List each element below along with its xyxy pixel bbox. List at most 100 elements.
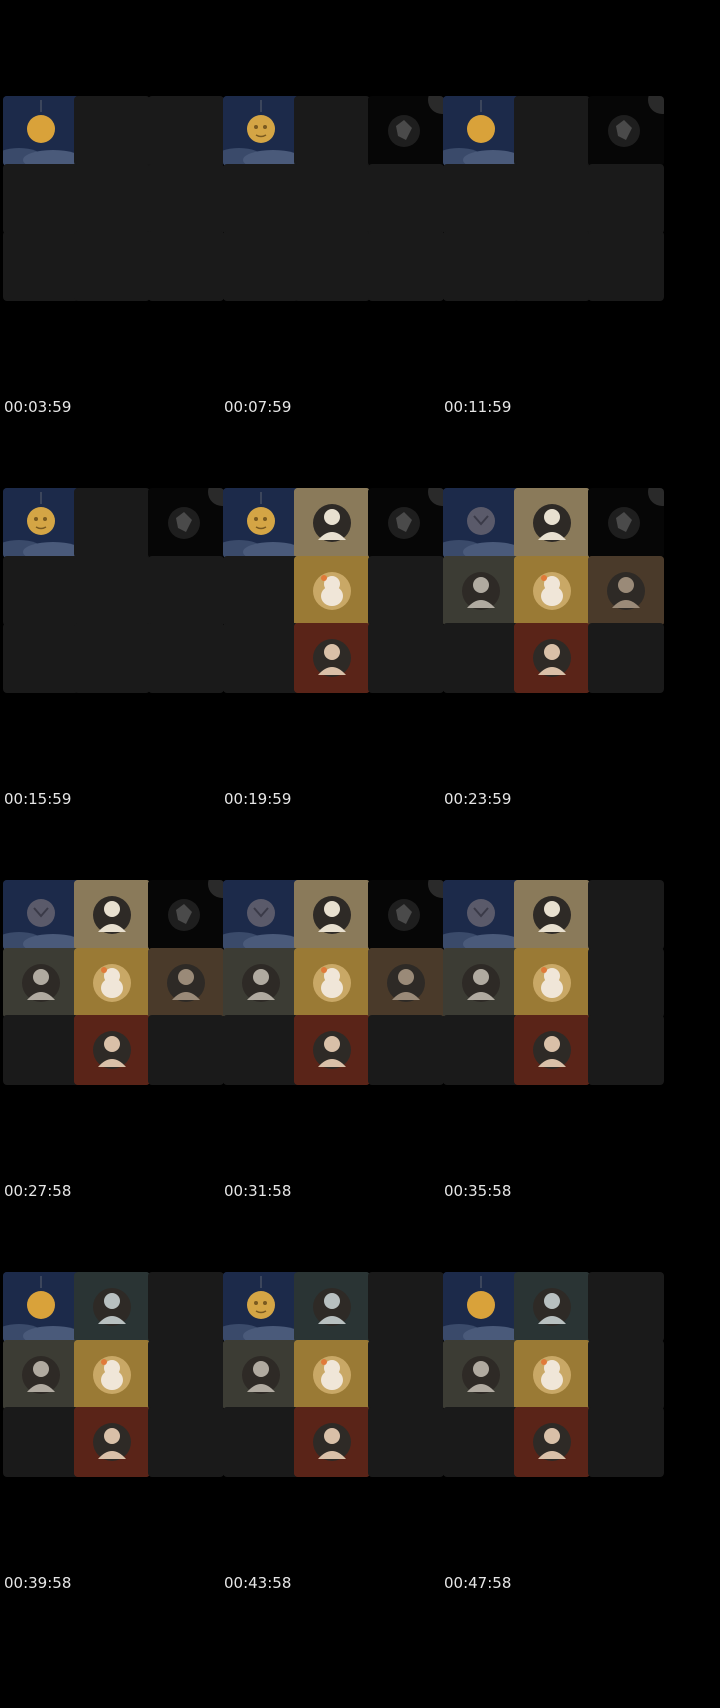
person-avatar-icon: [294, 880, 370, 950]
empty-participant-tile: [223, 1407, 299, 1477]
participant-tile: [223, 880, 299, 950]
participant-tile: [148, 880, 224, 950]
participant-tile: [514, 1272, 590, 1342]
participant-tile: [443, 96, 519, 166]
timestamp-label: 00:35:58: [444, 1182, 512, 1200]
empty-participant-tile: [443, 1015, 519, 1085]
empty-participant-tile: [588, 231, 664, 301]
empty-participant-tile: [3, 1015, 79, 1085]
empty-participant-tile: [443, 231, 519, 301]
participant-tile: [3, 880, 79, 950]
person-avatar-icon: [368, 948, 444, 1018]
empty-participant-tile: [368, 623, 444, 693]
cat-avatar-icon: [294, 948, 370, 1018]
cat-avatar-icon: [514, 948, 590, 1018]
participant-tile: [514, 948, 590, 1018]
participant-tile: [294, 880, 370, 950]
empty-participant-tile: [148, 1407, 224, 1477]
participant-tile: [368, 488, 444, 558]
participant-grid: [0, 880, 236, 1096]
empty-participant-tile: [3, 231, 79, 301]
person-avatar-icon: [74, 1272, 150, 1342]
participant-grid: [0, 96, 236, 312]
empty-participant-tile: [294, 164, 370, 234]
empty-participant-tile: [588, 1340, 664, 1410]
participant-tile: [514, 1340, 590, 1410]
empty-participant-tile: [588, 1407, 664, 1477]
participant-tile: [294, 623, 370, 693]
dark-avatar-icon: [148, 880, 224, 950]
participant-tile: [294, 556, 370, 626]
person-avatar-icon: [514, 1407, 590, 1477]
cat-avatar-icon: [74, 1340, 150, 1410]
participant-tile: [223, 1340, 299, 1410]
participant-grid: [220, 96, 456, 312]
moon-icon: [443, 1272, 519, 1342]
timestamp-label: 00:07:59: [224, 398, 292, 416]
empty-participant-tile: [368, 231, 444, 301]
person-avatar-icon: [443, 556, 519, 626]
person-avatar-icon: [443, 948, 519, 1018]
empty-participant-tile: [368, 1015, 444, 1085]
empty-participant-tile: [74, 488, 150, 558]
participant-tile: [514, 556, 590, 626]
participant-tile: [443, 948, 519, 1018]
dark-avatar-icon: [588, 96, 664, 166]
participant-tile: [223, 96, 299, 166]
cat-avatar-icon: [514, 556, 590, 626]
empty-participant-tile: [443, 1407, 519, 1477]
empty-participant-tile: [74, 164, 150, 234]
participant-tile: [514, 623, 590, 693]
moon-face-icon: [3, 488, 79, 558]
participant-tile: [588, 488, 664, 558]
participant-grid: [440, 1272, 676, 1488]
participant-tile: [3, 488, 79, 558]
participant-tile: [294, 488, 370, 558]
timestamp-label: 00:27:58: [4, 1182, 72, 1200]
moon-icon: [3, 96, 79, 166]
participant-tile: [514, 1407, 590, 1477]
moon-face-icon: [223, 1272, 299, 1342]
person-avatar-icon: [74, 1407, 150, 1477]
moon-icon: [3, 1272, 79, 1342]
participant-tile: [514, 1015, 590, 1085]
participant-tile: [3, 948, 79, 1018]
person-avatar-icon: [294, 488, 370, 558]
empty-participant-tile: [148, 556, 224, 626]
timestamp-label: 00:15:59: [4, 790, 72, 808]
empty-participant-tile: [148, 1340, 224, 1410]
participant-tile: [148, 488, 224, 558]
participant-tile: [443, 488, 519, 558]
empty-participant-tile: [588, 1015, 664, 1085]
empty-participant-tile: [74, 231, 150, 301]
participant-tile: [294, 948, 370, 1018]
participant-grid: [220, 488, 456, 704]
empty-participant-tile: [294, 231, 370, 301]
participant-tile: [74, 880, 150, 950]
cat-avatar-icon: [74, 948, 150, 1018]
participant-tile: [443, 556, 519, 626]
participant-tile: [514, 488, 590, 558]
empty-participant-tile: [148, 1272, 224, 1342]
timestamp-label: 00:11:59: [444, 398, 512, 416]
empty-participant-tile: [368, 1407, 444, 1477]
empty-participant-tile: [294, 96, 370, 166]
person-avatar-icon: [443, 1340, 519, 1410]
participant-tile: [294, 1015, 370, 1085]
moon-icon: [443, 96, 519, 166]
empty-participant-tile: [223, 231, 299, 301]
timestamp-label: 00:43:58: [224, 1574, 292, 1592]
person-avatar-icon: [588, 556, 664, 626]
empty-participant-tile: [148, 96, 224, 166]
person-avatar-icon: [514, 880, 590, 950]
empty-participant-tile: [588, 880, 664, 950]
owl-icon: [223, 880, 299, 950]
empty-participant-tile: [3, 164, 79, 234]
participant-tile: [3, 1272, 79, 1342]
participant-grid: [440, 880, 676, 1096]
participant-tile: [368, 96, 444, 166]
participant-tile: [223, 1272, 299, 1342]
person-avatar-icon: [514, 488, 590, 558]
participant-tile: [74, 1407, 150, 1477]
person-avatar-icon: [3, 1340, 79, 1410]
